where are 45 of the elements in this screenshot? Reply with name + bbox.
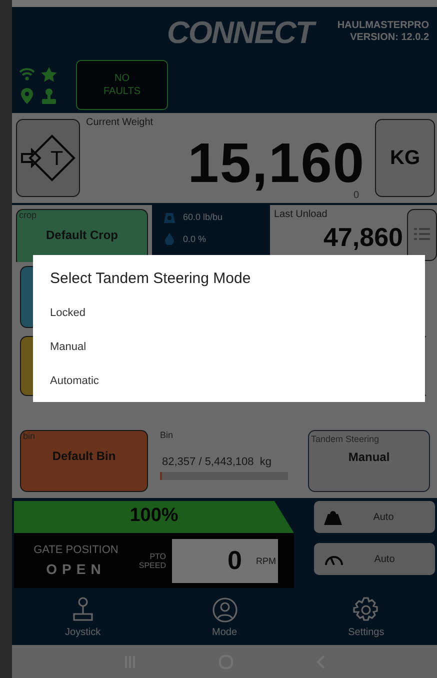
- dialog-option[interactable]: Locked: [50, 296, 408, 330]
- list-button[interactable]: [407, 209, 437, 261]
- tare-button[interactable]: T: [16, 119, 80, 197]
- dialog-title: Select Tandem Steering Mode: [50, 270, 252, 287]
- weight-icon: [324, 509, 342, 525]
- pto-speed-display: 0 RPM: [172, 538, 278, 582]
- tare-icon: [20, 133, 76, 183]
- pto-speed-label: PTO SPEED: [138, 552, 166, 570]
- logo: CONNECT: [167, 15, 314, 51]
- scale-icon: [164, 211, 175, 223]
- drop-icon: [164, 233, 175, 245]
- tandem-steering-button[interactable]: Tandem Steering Manual: [308, 430, 430, 492]
- wifi-icon: [19, 67, 35, 81]
- auto-button[interactable]: Auto: [314, 543, 435, 575]
- nav-tab[interactable]: Joystick: [12, 590, 154, 645]
- list-icon: [414, 226, 430, 240]
- test-weight: 60.0 lb/bu: [183, 212, 223, 222]
- moisture: 0.0 %: [183, 234, 206, 244]
- unit-button[interactable]: KG: [375, 119, 435, 197]
- gate-position-label: GATE POSITION: [34, 544, 118, 556]
- dialog-option[interactable]: Manual: [50, 330, 408, 364]
- settings-icon: [353, 597, 380, 623]
- auto-button[interactable]: Auto: [314, 501, 435, 533]
- gauge-icon: [324, 553, 344, 565]
- bin-amount: 82,357 / 5,443,108 kg: [161, 456, 272, 468]
- user-circle-icon: [212, 597, 238, 623]
- joystick-icon: [70, 597, 95, 623]
- dialog-option[interactable]: Automatic: [50, 364, 408, 398]
- weight-value: 15,160: [188, 135, 365, 191]
- nav-tab[interactable]: Settings: [295, 590, 437, 645]
- weight-sub-value: 0: [353, 191, 359, 201]
- bin-button[interactable]: bin Default Bin: [20, 430, 148, 492]
- weight-label: Current Weight: [86, 117, 154, 128]
- gate-fill-reading: 100%: [128, 505, 180, 527]
- bin-label: Bin: [160, 430, 174, 440]
- location-pin-icon: [21, 88, 33, 104]
- app-name: HAULMASTERPRO: [337, 20, 429, 32]
- last-unload-label: Last Unload: [274, 209, 328, 220]
- star-icon: [41, 66, 57, 82]
- gate-position-value: OPEN: [46, 561, 106, 577]
- nav-tab[interactable]: Mode: [154, 590, 296, 645]
- faults-indicator[interactable]: NO FAULTS: [76, 60, 168, 110]
- person-icon: [42, 88, 56, 104]
- last-unload-value: 47,860: [322, 222, 404, 253]
- version-label: VERSION: 12.0.2: [350, 32, 429, 44]
